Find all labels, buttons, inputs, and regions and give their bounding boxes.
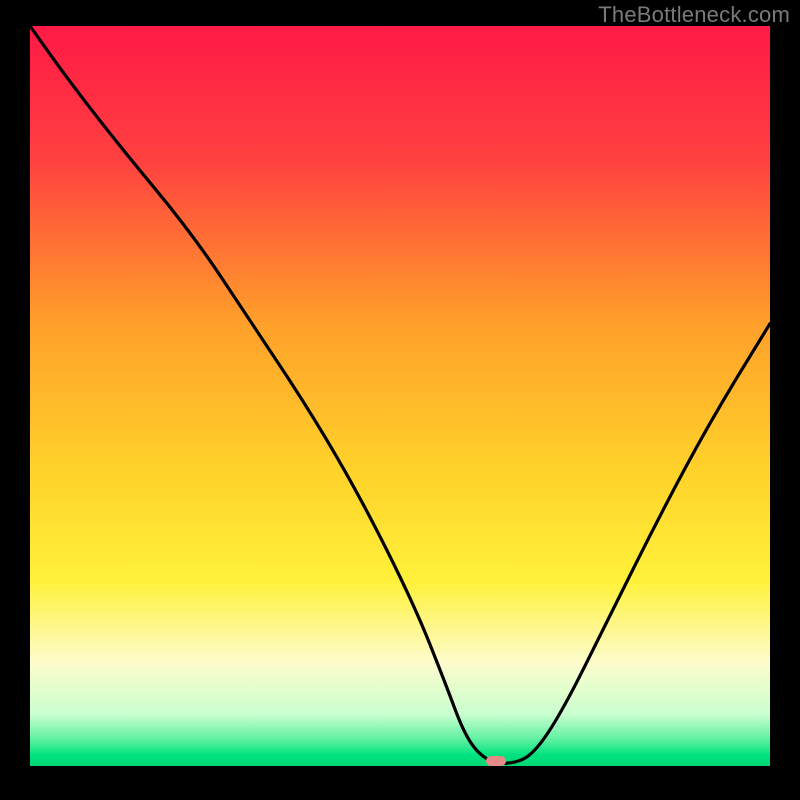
watermark-text: TheBottleneck.com: [598, 2, 790, 28]
optimum-marker: [486, 756, 506, 766]
bottleneck-curve: [30, 26, 770, 770]
chart-stage: TheBottleneck.com: [0, 0, 800, 800]
plot-area: [30, 26, 770, 770]
